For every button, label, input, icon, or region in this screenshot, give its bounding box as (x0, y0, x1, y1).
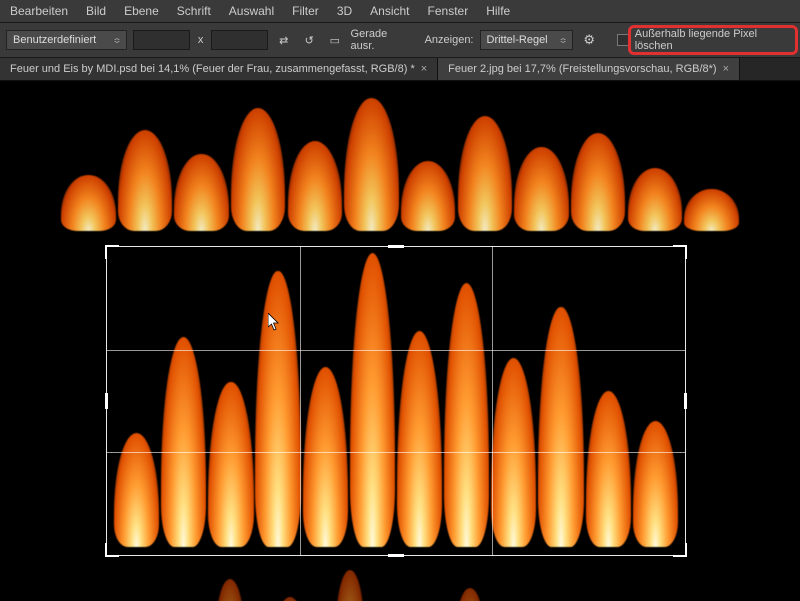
crop-grid-line (107, 350, 685, 351)
crop-handle-bottom[interactable] (388, 554, 404, 557)
close-icon[interactable]: × (421, 63, 427, 75)
delete-outside-checkbox[interactable] (617, 34, 629, 46)
crop-box[interactable] (106, 246, 686, 556)
reset-button[interactable]: ↺ (300, 30, 320, 50)
canvas-area[interactable] (0, 81, 800, 601)
menu-filter[interactable]: Filter (292, 4, 319, 18)
menubar: Bearbeiten Bild Ebene Schrift Auswahl Fi… (0, 0, 800, 23)
menu-auswahl[interactable]: Auswahl (229, 4, 274, 18)
straighten-icon[interactable]: ▭ (325, 30, 345, 50)
crop-height-input[interactable] (211, 30, 268, 50)
menu-bearbeiten[interactable]: Bearbeiten (10, 4, 68, 18)
crop-grid-line (492, 247, 493, 555)
menu-bild[interactable]: Bild (86, 4, 106, 18)
crop-handle-right[interactable] (684, 393, 687, 409)
show-label: Anzeigen: (425, 34, 474, 46)
overlay-dropdown[interactable]: Drittel-Regel ≎ (480, 30, 574, 50)
menu-ebene[interactable]: Ebene (124, 4, 159, 18)
menu-ansicht[interactable]: Ansicht (370, 4, 409, 18)
canvas-image-background (60, 91, 740, 231)
menu-fenster[interactable]: Fenster (428, 4, 469, 18)
document-tabs: Feuer und Eis by MDI.psd bei 14,1% (Feue… (0, 58, 800, 81)
chevron-down-icon: ≎ (560, 36, 567, 45)
menu-3d[interactable]: 3D (337, 4, 352, 18)
crop-preset-dropdown[interactable]: Benutzerdefiniert ≎ (6, 30, 127, 50)
canvas-image-background (140, 561, 500, 601)
document-tab-2[interactable]: Feuer 2.jpg bei 17,7% (Freistellungsvors… (438, 58, 740, 80)
crop-handle-top[interactable] (388, 245, 404, 248)
document-tab-label: Feuer und Eis by MDI.psd bei 14,1% (Feue… (10, 63, 415, 75)
crop-grid-line (107, 452, 685, 453)
swap-dimensions-button[interactable]: ⇄ (274, 30, 294, 50)
crop-handle-left[interactable] (105, 393, 108, 409)
delete-outside-label[interactable]: Außerhalb liegende Pixel löschen (635, 28, 794, 52)
dimension-separator: x (196, 34, 206, 46)
options-bar: Benutzerdefiniert ≎ x ⇄ ↺ ▭ Gerade ausr.… (0, 23, 800, 58)
crop-width-input[interactable] (133, 30, 190, 50)
menu-hilfe[interactable]: Hilfe (486, 4, 510, 18)
chevron-down-icon: ≎ (114, 36, 121, 45)
overlay-value: Drittel-Regel (487, 34, 548, 46)
crop-settings-button[interactable]: ⚙ (579, 30, 599, 50)
menu-schrift[interactable]: Schrift (177, 4, 211, 18)
document-tab-1[interactable]: Feuer und Eis by MDI.psd bei 14,1% (Feue… (0, 58, 438, 80)
close-icon[interactable]: × (723, 63, 729, 75)
crop-image (107, 247, 685, 555)
crop-grid-line (300, 247, 301, 555)
straighten-label[interactable]: Gerade ausr. (351, 28, 413, 52)
document-tab-label: Feuer 2.jpg bei 17,7% (Freistellungsvors… (448, 63, 716, 75)
crop-preset-label: Benutzerdefiniert (13, 34, 96, 46)
